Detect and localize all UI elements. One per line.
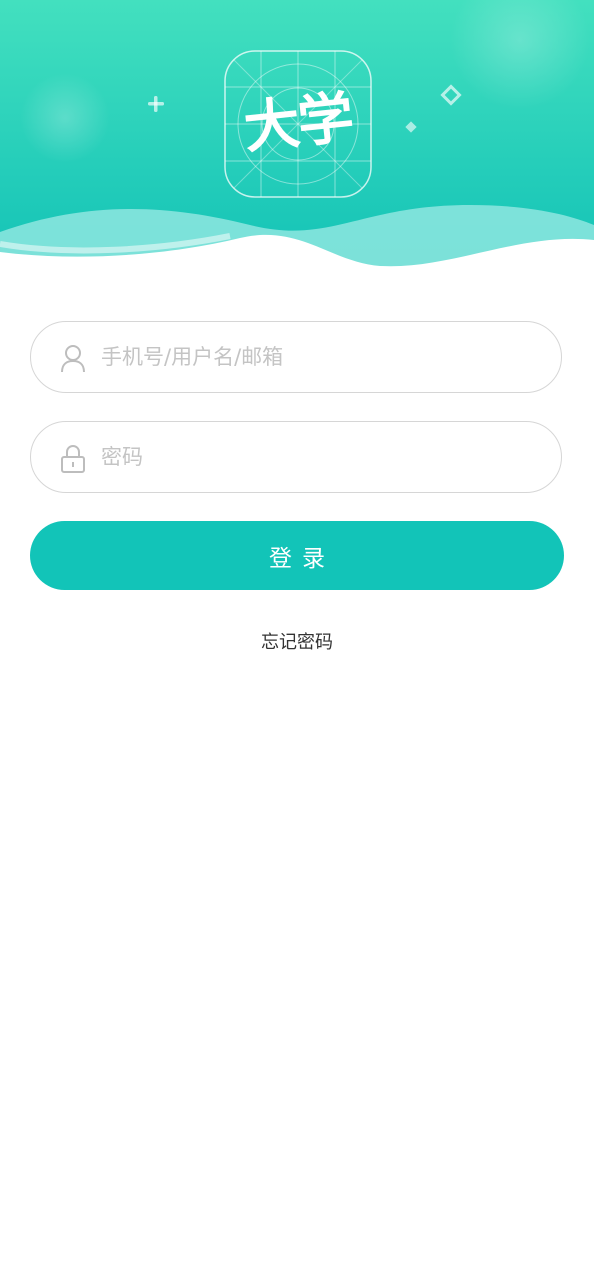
plus-decoration-icon	[148, 96, 164, 112]
diamond-outline-decoration-icon	[440, 84, 462, 106]
password-input[interactable]	[101, 422, 531, 492]
lock-icon	[61, 444, 85, 473]
header-banner: 大学	[0, 0, 594, 290]
logo-text: 大学	[240, 85, 356, 162]
forgot-password-link[interactable]: 忘记密码	[0, 628, 594, 654]
login-button[interactable]: 登录	[30, 521, 564, 590]
password-field[interactable]	[30, 421, 562, 493]
username-field[interactable]	[30, 321, 562, 393]
user-icon	[61, 345, 85, 373]
username-input[interactable]	[101, 322, 531, 392]
diamond-decoration-icon	[405, 121, 417, 133]
app-logo: 大学	[224, 50, 372, 198]
login-screen: 大学 登录 忘记密码	[0, 0, 594, 1280]
